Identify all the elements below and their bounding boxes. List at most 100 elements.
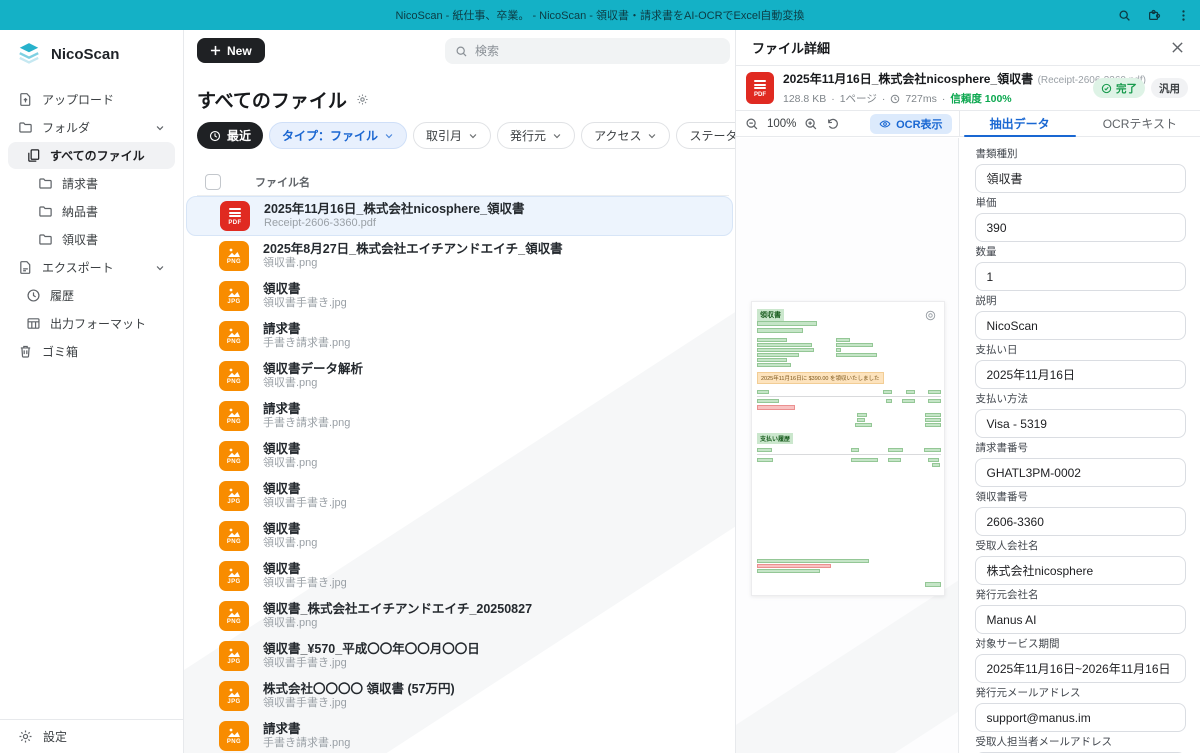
table-row[interactable]: PNG2025年8月27日_株式会社エイチアンドエイチ_領収書領収書.png (186, 236, 733, 276)
file-type-jpg-icon: JPG (219, 641, 249, 671)
table-row[interactable]: JPG領収書領収書手書き.jpg (186, 276, 733, 316)
field-input[interactable] (975, 409, 1186, 438)
sidebar-item-settings[interactable]: 設定 (0, 719, 183, 753)
ocr-highlight-box (888, 458, 901, 462)
page-settings-icon[interactable] (356, 93, 369, 106)
filter-chip-4[interactable]: ステータス (676, 122, 735, 149)
field-input[interactable] (975, 605, 1186, 634)
select-all-checkbox[interactable] (205, 174, 221, 190)
files-icon (26, 148, 41, 163)
filter-chip-2[interactable]: 発行元 (497, 122, 575, 149)
ocr-toggle-button[interactable]: OCR表示 (870, 114, 951, 134)
ocr-highlight-box (906, 390, 915, 394)
filter-chip-1[interactable]: 取引月 (413, 122, 491, 149)
sidebar-item-9[interactable]: ゴミ箱 (8, 338, 175, 365)
field-group-11: 発行元メールアドレス (975, 687, 1186, 732)
field-label: 発行元メールアドレス (975, 687, 1186, 700)
sidebar-item-label: 出力フォーマット (50, 315, 146, 332)
table-row[interactable]: PNG請求書手書き請求書.png (186, 716, 733, 753)
file-filename: 手書き請求書.png (263, 337, 350, 350)
table-row[interactable]: PNG請求書手書き請求書.png (186, 396, 733, 436)
table-row[interactable]: JPG株式会社〇〇〇〇 領収書 (57万円)領収書手書き.jpg (186, 676, 733, 716)
file-name: 株式会社〇〇〇〇 領収書 (57万円) (263, 682, 455, 697)
file-type-png-icon: PNG (219, 361, 249, 391)
browser-extensions-icon[interactable] (1147, 8, 1161, 22)
file-filename: 領収書.png (263, 537, 317, 550)
file-filename: 領収書.png (263, 377, 363, 390)
field-group-0: 書類種別 (975, 148, 1186, 193)
ocr-highlight-box (888, 448, 903, 452)
ocr-highlight-box (757, 405, 795, 410)
preview-receipt-title: 領収書 (757, 309, 784, 321)
field-label: 領収書番号 (975, 491, 1186, 504)
field-input[interactable] (975, 556, 1186, 585)
zoom-out-icon[interactable] (745, 117, 759, 131)
table-row[interactable]: JPG領収書領収書手書き.jpg (186, 556, 733, 596)
table-row[interactable]: PNG領収書領収書.png (186, 516, 733, 556)
filter-bar: 最近 タイプ：ファイル取引月発行元アクセスステータス (197, 122, 735, 149)
field-input[interactable] (975, 164, 1186, 193)
field-input[interactable] (975, 703, 1186, 732)
file-name: 領収書 (263, 442, 317, 457)
search-input[interactable] (475, 44, 720, 58)
sidebar-item-4[interactable]: 納品書 (8, 198, 175, 225)
sidebar-item-6[interactable]: エクスポート (8, 254, 175, 281)
ocr-highlight-box (757, 353, 799, 357)
tab-extracted-data[interactable]: 抽出データ (960, 111, 1080, 136)
column-header-filename: ファイル名 (255, 174, 310, 190)
ocr-highlight-box (836, 353, 877, 357)
ocr-highlight-box (857, 418, 865, 422)
file-detail-panel: ファイル詳細 PDF 2025年11月16日_株式会社nicosphere_領収… (735, 30, 1200, 753)
rotate-icon[interactable] (826, 117, 840, 131)
table-row[interactable]: PNG領収書領収書.png (186, 436, 733, 476)
zoom-in-icon[interactable] (804, 117, 818, 131)
filter-recent[interactable]: 最近 (197, 122, 263, 149)
field-input[interactable] (975, 311, 1186, 340)
sidebar-item-7[interactable]: 履歴 (8, 282, 175, 309)
trash-icon (18, 344, 33, 359)
tab-ocr-text[interactable]: OCRテキスト (1080, 111, 1200, 136)
table-row[interactable]: PNG請求書手書き請求書.png (186, 316, 733, 356)
file-filename: 領収書手書き.jpg (263, 577, 347, 590)
file-name: 2025年11月16日_株式会社nicosphere_領収書 (264, 202, 525, 217)
browser-search-icon[interactable] (1118, 9, 1131, 22)
sidebar-item-8[interactable]: 出力フォーマット (8, 310, 175, 337)
field-input[interactable] (975, 654, 1186, 683)
table-row[interactable]: PNG領収書データ解析領収書.png (186, 356, 733, 396)
field-input[interactable] (975, 213, 1186, 242)
sidebar-item-1[interactable]: フォルダ (8, 114, 175, 141)
file-type-png-icon: PNG (219, 601, 249, 631)
chevron-down-icon (647, 131, 657, 141)
file-type-jpg-icon: JPG (219, 681, 249, 711)
close-icon[interactable] (1171, 41, 1184, 54)
field-label: 受取人会社名 (975, 540, 1186, 553)
field-input[interactable] (975, 507, 1186, 536)
field-group-8: 受取人会社名 (975, 540, 1186, 585)
filter-chip-3[interactable]: アクセス (581, 122, 670, 149)
field-group-3: 説明 (975, 295, 1186, 340)
file-filename: 領収書手書き.jpg (263, 657, 480, 670)
sidebar-item-5[interactable]: 領収書 (8, 226, 175, 253)
field-input[interactable] (975, 458, 1186, 487)
field-label: 支払い日 (975, 344, 1186, 357)
eye-icon (879, 118, 891, 130)
ocr-highlight-box (757, 569, 820, 573)
field-input[interactable] (975, 360, 1186, 389)
filter-chip-0[interactable]: タイプ：ファイル (269, 122, 407, 149)
table-row[interactable]: PNG領収書_株式会社エイチアンドエイチ_20250827領収書.png (186, 596, 733, 636)
folder-icon (38, 232, 53, 247)
sidebar-item-0[interactable]: アップロード (8, 86, 175, 113)
sidebar-item-2[interactable]: すべてのファイル (8, 142, 175, 169)
table-row[interactable]: PDF2025年11月16日_株式会社nicosphere_領収書Receipt… (186, 196, 733, 236)
table-row[interactable]: JPG領収書_¥570_平成〇〇年〇〇月〇〇日領収書手書き.jpg (186, 636, 733, 676)
file-type-png-icon: PNG (219, 241, 249, 271)
table-row[interactable]: JPG領収書領収書手書き.jpg (186, 476, 733, 516)
document-preview[interactable]: 領収書 2025年11月16日に $390.00 を領収いたしました 支払い履歴 (736, 138, 958, 753)
sidebar-item-3[interactable]: 請求書 (8, 170, 175, 197)
browser-menu-icon[interactable] (1177, 9, 1190, 22)
search-box[interactable] (445, 38, 730, 64)
field-input[interactable] (975, 262, 1186, 291)
ocr-highlight-box (925, 413, 941, 417)
new-button[interactable]: New (197, 38, 265, 63)
plus-icon (210, 45, 221, 56)
